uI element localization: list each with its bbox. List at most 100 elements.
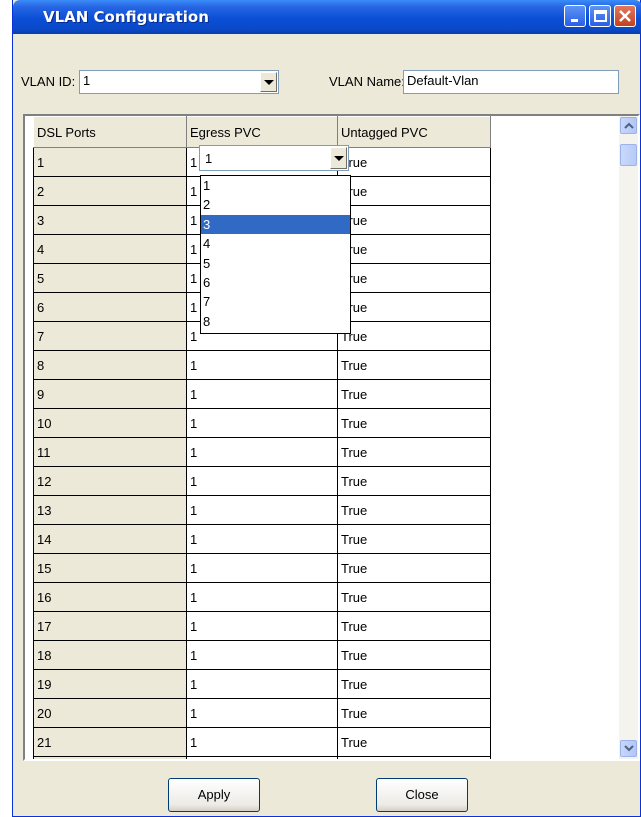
table-row[interactable]: 8 1 True xyxy=(33,350,491,380)
egress-pvc-cell[interactable]: 1 xyxy=(186,640,338,670)
dropdown-option[interactable]: 2 xyxy=(201,195,350,214)
column-header-egress-pvc[interactable]: Egress PVC xyxy=(186,116,338,148)
table-row[interactable]: 11 1 True xyxy=(33,437,491,467)
port-cell[interactable]: 14 xyxy=(33,524,187,554)
egress-pvc-cell[interactable]: 1 xyxy=(186,669,338,699)
untagged-pvc-cell[interactable]: True xyxy=(337,147,491,177)
egress-pvc-cell[interactable]: 1 xyxy=(186,408,338,438)
port-cell[interactable]: 5 xyxy=(33,263,187,293)
port-cell[interactable]: 13 xyxy=(33,495,187,525)
untagged-pvc-cell[interactable]: True xyxy=(337,756,491,759)
column-header-untagged-pvc[interactable]: Untagged PVC xyxy=(337,116,491,148)
port-cell[interactable]: 7 xyxy=(33,321,187,351)
port-cell[interactable]: 6 xyxy=(33,292,187,322)
dropdown-option[interactable]: 8 xyxy=(201,312,350,331)
dropdown-option[interactable]: 4 xyxy=(201,234,350,253)
table-row[interactable]: 17 1 True xyxy=(33,611,491,641)
egress-pvc-cell[interactable]: 1 xyxy=(186,582,338,612)
table-row[interactable]: 15 1 True xyxy=(33,553,491,583)
scroll-down-button[interactable] xyxy=(620,740,637,757)
port-cell[interactable]: 4 xyxy=(33,234,187,264)
egress-pvc-cell[interactable]: 1 xyxy=(186,756,338,759)
egress-pvc-cell[interactable]: 1 xyxy=(186,466,338,496)
untagged-pvc-cell[interactable]: True xyxy=(337,176,491,206)
untagged-pvc-cell[interactable]: True xyxy=(337,379,491,409)
port-cell[interactable]: 8 xyxy=(33,350,187,380)
port-cell[interactable]: 21 xyxy=(33,727,187,757)
port-cell[interactable]: 11 xyxy=(33,437,187,467)
vertical-scrollbar[interactable] xyxy=(619,116,638,759)
dropdown-option[interactable]: 3 xyxy=(201,214,350,235)
close-window-button[interactable] xyxy=(614,5,636,27)
port-cell[interactable]: 15 xyxy=(33,553,187,583)
port-cell[interactable]: 2 xyxy=(33,176,187,206)
title-bar[interactable]: VLAN Configuration xyxy=(13,0,641,34)
egress-pvc-cell-editor[interactable]: 1 xyxy=(199,145,349,171)
egress-pvc-cell[interactable]: 1 xyxy=(186,611,338,641)
port-cell[interactable]: 1 xyxy=(33,147,187,177)
egress-pvc-cell[interactable]: 1 xyxy=(186,524,338,554)
egress-pvc-dropdown-button[interactable] xyxy=(330,147,347,169)
dropdown-option[interactable]: 1 xyxy=(201,176,350,195)
egress-pvc-cell[interactable]: 1 xyxy=(186,350,338,380)
table-row[interactable]: 20 1 True xyxy=(33,698,491,728)
untagged-pvc-cell[interactable]: True xyxy=(337,321,491,351)
untagged-pvc-cell[interactable]: True xyxy=(337,263,491,293)
table-row[interactable]: 13 1 True xyxy=(33,495,491,525)
scroll-thumb[interactable] xyxy=(620,144,637,166)
dropdown-option[interactable]: 7 xyxy=(201,292,350,311)
egress-pvc-cell[interactable]: 1 xyxy=(186,727,338,757)
untagged-pvc-cell[interactable]: True xyxy=(337,437,491,467)
port-cell[interactable]: 17 xyxy=(33,611,187,641)
table-row[interactable]: 16 1 True xyxy=(33,582,491,612)
port-cell[interactable]: 9 xyxy=(33,379,187,409)
table-row[interactable]: 10 1 True xyxy=(33,408,491,438)
egress-pvc-cell[interactable]: 1 xyxy=(186,437,338,467)
untagged-pvc-cell[interactable]: True xyxy=(337,408,491,438)
port-cell[interactable]: 20 xyxy=(33,698,187,728)
untagged-pvc-cell[interactable]: True xyxy=(337,466,491,496)
maximize-button[interactable] xyxy=(589,5,611,27)
column-header-dsl-ports[interactable]: DSL Ports xyxy=(33,116,187,148)
egress-pvc-cell[interactable]: 1 xyxy=(186,698,338,728)
untagged-pvc-cell[interactable]: True xyxy=(337,553,491,583)
untagged-pvc-cell[interactable]: True xyxy=(337,234,491,264)
apply-button[interactable]: Apply xyxy=(168,778,260,812)
table-row[interactable]: 19 1 True xyxy=(33,669,491,699)
untagged-pvc-cell[interactable]: True xyxy=(337,582,491,612)
table-row[interactable]: 14 1 True xyxy=(33,524,491,554)
untagged-pvc-cell[interactable]: True xyxy=(337,640,491,670)
table-row[interactable]: 18 1 True xyxy=(33,640,491,670)
egress-pvc-cell[interactable]: 1 xyxy=(186,379,338,409)
untagged-pvc-cell[interactable]: True xyxy=(337,292,491,322)
untagged-pvc-cell[interactable]: True xyxy=(337,669,491,699)
dropdown-option[interactable]: 6 xyxy=(201,273,350,292)
minimize-button[interactable] xyxy=(564,5,586,27)
table-row[interactable]: 21 1 True xyxy=(33,727,491,757)
port-cell[interactable]: 18 xyxy=(33,640,187,670)
port-cell[interactable]: 3 xyxy=(33,205,187,235)
egress-pvc-cell[interactable]: 1 xyxy=(186,553,338,583)
table-row[interactable]: 221True xyxy=(33,756,491,759)
untagged-pvc-cell[interactable]: True xyxy=(337,611,491,641)
vlan-name-input[interactable]: Default-Vlan xyxy=(403,70,619,94)
table-row[interactable]: 12 1 True xyxy=(33,466,491,496)
table-row[interactable]: 9 1 True xyxy=(33,379,491,409)
port-cell[interactable]: 22 xyxy=(33,756,187,759)
vlan-id-dropdown-button[interactable] xyxy=(260,72,277,92)
port-cell[interactable]: 10 xyxy=(33,408,187,438)
untagged-pvc-cell[interactable]: True xyxy=(337,727,491,757)
untagged-pvc-cell[interactable]: True xyxy=(337,495,491,525)
untagged-pvc-cell[interactable]: True xyxy=(337,350,491,380)
egress-pvc-cell[interactable]: 1 xyxy=(186,495,338,525)
close-button[interactable]: Close xyxy=(376,778,468,812)
port-cell[interactable]: 16 xyxy=(33,582,187,612)
dropdown-option[interactable]: 5 xyxy=(201,254,350,273)
untagged-pvc-cell[interactable]: True xyxy=(337,698,491,728)
vlan-id-select[interactable]: 1 xyxy=(79,70,279,94)
port-cell[interactable]: 19 xyxy=(33,669,187,699)
untagged-pvc-cell[interactable]: True xyxy=(337,524,491,554)
port-cell[interactable]: 12 xyxy=(33,466,187,496)
scroll-up-button[interactable] xyxy=(620,117,637,134)
untagged-pvc-cell[interactable]: True xyxy=(337,205,491,235)
